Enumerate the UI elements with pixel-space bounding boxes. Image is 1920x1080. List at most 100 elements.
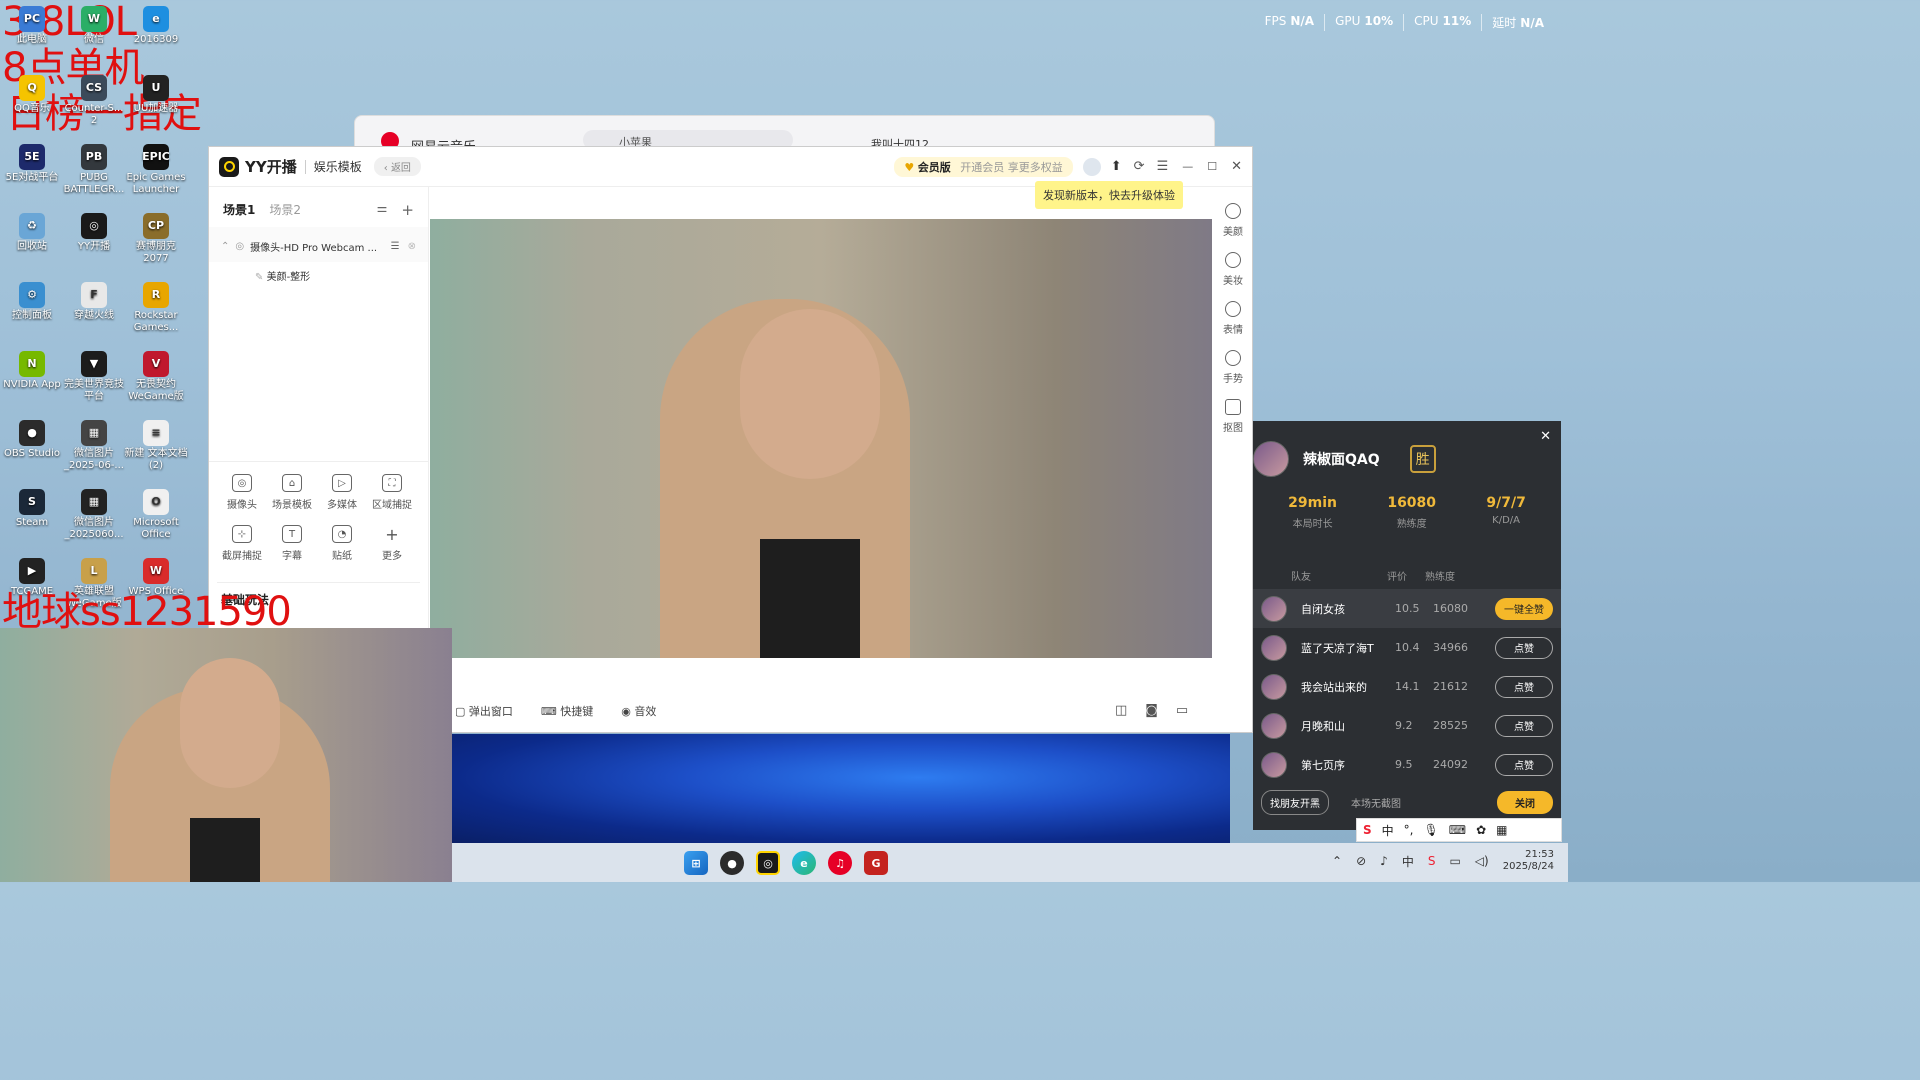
tool-makeup[interactable]: 美妆 bbox=[1213, 252, 1253, 287]
desktop-icon-19[interactable]: ▦ 微信图片_2025-06-... bbox=[62, 420, 126, 472]
vip-badge[interactable]: ♥ 会员版 开通会员 享更多权益 bbox=[894, 156, 1073, 177]
ime-toolbar[interactable]: S 中 °, 🎙 ⌨ ✿ ▦ bbox=[1356, 818, 1562, 842]
desktop-icon-9[interactable]: ♻ 回收站 bbox=[0, 213, 64, 253]
like-button[interactable]: 点赞 bbox=[1495, 675, 1553, 698]
desktop-icon-21[interactable]: S Steam bbox=[0, 489, 64, 529]
chevron-up-icon[interactable]: ⌃ bbox=[1332, 854, 1342, 868]
mic-icon[interactable]: 🎙 bbox=[1424, 823, 1439, 837]
punct-icon[interactable]: °, bbox=[1404, 823, 1414, 837]
desktop-icon-3[interactable]: Q QQ音乐 bbox=[0, 75, 64, 115]
mic-tray-icon[interactable]: ♪ bbox=[1380, 854, 1388, 868]
desktop-icon-17[interactable]: V 无畏契约 WeGame版 bbox=[124, 351, 188, 403]
tool-region-capture[interactable]: ⛶ 区域捕捉 bbox=[367, 474, 417, 511]
stat-3: 延时 N/A bbox=[1481, 14, 1554, 31]
tab-scene-2[interactable]: 场景2 bbox=[269, 201, 301, 219]
desktop-icon-22[interactable]: ▦ 微信图片_2025060... bbox=[62, 489, 126, 541]
teammate-name: 我会站出来的 bbox=[1301, 680, 1367, 694]
skin-icon[interactable]: ✿ bbox=[1476, 823, 1486, 837]
like-button[interactable]: 点赞 bbox=[1495, 753, 1553, 776]
remove-icon[interactable]: ⊗ bbox=[408, 241, 416, 252]
tool-scene-template[interactable]: ⌂ 场景模板 bbox=[267, 474, 317, 511]
desktop-icon-23[interactable]: O Microsoft Office bbox=[124, 489, 188, 541]
like-button[interactable]: 点赞 bbox=[1495, 636, 1553, 659]
desktop-icon-5[interactable]: U UU加速器 bbox=[124, 75, 188, 115]
tool-gesture[interactable]: 手势 bbox=[1213, 350, 1253, 385]
stat-mastery: 16080 熟练度 bbox=[1387, 495, 1437, 530]
desktop-icon-1[interactable]: W 微信 bbox=[62, 6, 126, 46]
windows-start-icon[interactable]: ⊞ bbox=[684, 851, 708, 875]
display-icon[interactable]: ▭ bbox=[1449, 854, 1460, 868]
sogou-tray-icon[interactable]: S bbox=[1428, 854, 1436, 868]
music-window[interactable]: 网易云音乐 小苹果 我叫十四12 bbox=[354, 115, 1215, 155]
clock[interactable]: 21:53 2025/8/24 bbox=[1503, 849, 1554, 873]
desktop-icon-20[interactable]: ≡ 新建 文本文档 (2) bbox=[124, 420, 188, 472]
back-button[interactable]: ‹ 返回 bbox=[373, 157, 421, 176]
tool-beauty[interactable]: 美颜 bbox=[1213, 203, 1253, 238]
desktop-icon-0[interactable]: PC 此电脑 bbox=[0, 6, 64, 46]
desktop-icon-13[interactable]: F 穿越火线 bbox=[62, 282, 126, 322]
sound-effect-button[interactable]: ◉ 音效 bbox=[621, 703, 656, 719]
menu-icon[interactable]: ☰ bbox=[1157, 159, 1169, 174]
camera-preview[interactable] bbox=[430, 219, 1212, 658]
desktop-icon-8[interactable]: EPIC Epic Games Launcher bbox=[124, 144, 188, 196]
tool-screen-capture[interactable]: ⊹ 截屏捕捉 bbox=[217, 525, 267, 562]
find-friends-button[interactable]: 找朋友开黑 bbox=[1261, 790, 1329, 815]
record-icon[interactable]: ▭ bbox=[1176, 703, 1188, 718]
desktop-icon-12[interactable]: ⚙ 控制面板 bbox=[0, 282, 64, 322]
tool-cutout[interactable]: 抠图 bbox=[1213, 399, 1253, 434]
tab-scene-1[interactable]: 场景1 bbox=[223, 201, 255, 219]
list-icon[interactable]: ☰ bbox=[391, 241, 400, 252]
volume-icon[interactable]: ◁) bbox=[1475, 854, 1489, 868]
like-button[interactable]: 一键全赞 bbox=[1495, 597, 1553, 620]
keyboard-icon[interactable]: ⌨ bbox=[1449, 823, 1466, 837]
desktop-icon-label: NVIDIA App bbox=[3, 379, 61, 390]
update-tooltip[interactable]: 发现新版本，快去升级体验 bbox=[1035, 181, 1183, 209]
layout-icon[interactable]: ◫ bbox=[1115, 703, 1127, 718]
close-panel-button[interactable]: 关闭 bbox=[1497, 791, 1553, 814]
desktop-icon-11[interactable]: CP 赛博朋克 2077 bbox=[124, 213, 188, 265]
maximize-icon[interactable]: ☐ bbox=[1207, 160, 1217, 173]
edge-taskbar-icon[interactable]: e bbox=[792, 851, 816, 875]
desktop-icon-4[interactable]: CS Counter-S... 2 bbox=[62, 75, 126, 127]
tool-sticker[interactable]: ◔ 贴纸 bbox=[317, 525, 367, 562]
tool-more[interactable]: + 更多 bbox=[367, 525, 417, 563]
netease-taskbar-icon[interactable]: ♫ bbox=[828, 851, 852, 875]
avatar[interactable] bbox=[1082, 157, 1101, 176]
screenshot-icon[interactable]: ◙ bbox=[1145, 703, 1158, 718]
desktop-icon-6[interactable]: 5E 5E对战平台 bbox=[0, 144, 64, 184]
network-icon[interactable]: ⊘ bbox=[1356, 854, 1366, 868]
desktop-icon-2[interactable]: e 2016309 bbox=[124, 6, 188, 46]
desktop-icon-18[interactable]: ● OBS Studio bbox=[0, 420, 64, 460]
desktop-icon-10[interactable]: ◎ YY开播 bbox=[62, 213, 126, 253]
upgrade-icon[interactable]: ⬆ bbox=[1111, 159, 1122, 174]
refresh-icon[interactable]: ⟳ bbox=[1134, 159, 1145, 174]
shortcut-button[interactable]: ⌨ 快捷键 bbox=[541, 703, 593, 719]
performance-overlay: FPS N/A GPU 10% CPU 11% 延时 N/A bbox=[1255, 14, 1554, 31]
desktop-icon-16[interactable]: ▼ 完美世界竞技平台 bbox=[62, 351, 126, 403]
close-icon[interactable]: ✕ bbox=[1231, 159, 1242, 174]
desktop-icon-7[interactable]: PB PUBG BATTLEGR... bbox=[62, 144, 126, 196]
desktop-icon-14[interactable]: R Rockstar Games... bbox=[124, 282, 188, 334]
add-scene-icon[interactable]: + bbox=[401, 201, 414, 219]
obs-taskbar-icon[interactable]: ● bbox=[720, 851, 744, 875]
settings-icon[interactable]: ⚌ bbox=[377, 201, 388, 219]
yy-taskbar-icon[interactable]: ◎ bbox=[756, 851, 780, 875]
popout-button[interactable]: ▢ 弹出窗口 bbox=[455, 703, 513, 719]
tool-subtitle[interactable]: T 字幕 bbox=[267, 525, 317, 562]
desktop-icon-15[interactable]: N NVIDIA App bbox=[0, 351, 64, 391]
app-taskbar-icon[interactable]: G bbox=[864, 851, 888, 875]
yy-template[interactable]: 娱乐模板 bbox=[314, 158, 362, 175]
tool-media[interactable]: ▷ 多媒体 bbox=[317, 474, 367, 511]
media-icon: ▷ bbox=[332, 474, 352, 492]
grid-icon[interactable]: ▦ bbox=[1496, 823, 1507, 837]
tool-emoji[interactable]: 表情 bbox=[1213, 301, 1253, 336]
sub-source-item[interactable]: ✎ 美颜-整形 bbox=[209, 262, 428, 283]
panel-close-icon[interactable]: ✕ bbox=[1540, 429, 1551, 444]
desktop-icon-label: 微信图片_2025060... bbox=[64, 517, 124, 540]
ime-mode[interactable]: 中 bbox=[1382, 822, 1394, 839]
lang-icon[interactable]: 中 bbox=[1402, 853, 1414, 870]
like-button[interactable]: 点赞 bbox=[1495, 714, 1553, 737]
tool-camera[interactable]: ◎ 摄像头 bbox=[217, 474, 267, 511]
minimize-icon[interactable]: — bbox=[1182, 160, 1193, 173]
source-item[interactable]: ⌃ ◎ 摄像头-HD Pro Webcam ... ☰ ⊗ bbox=[209, 227, 428, 262]
